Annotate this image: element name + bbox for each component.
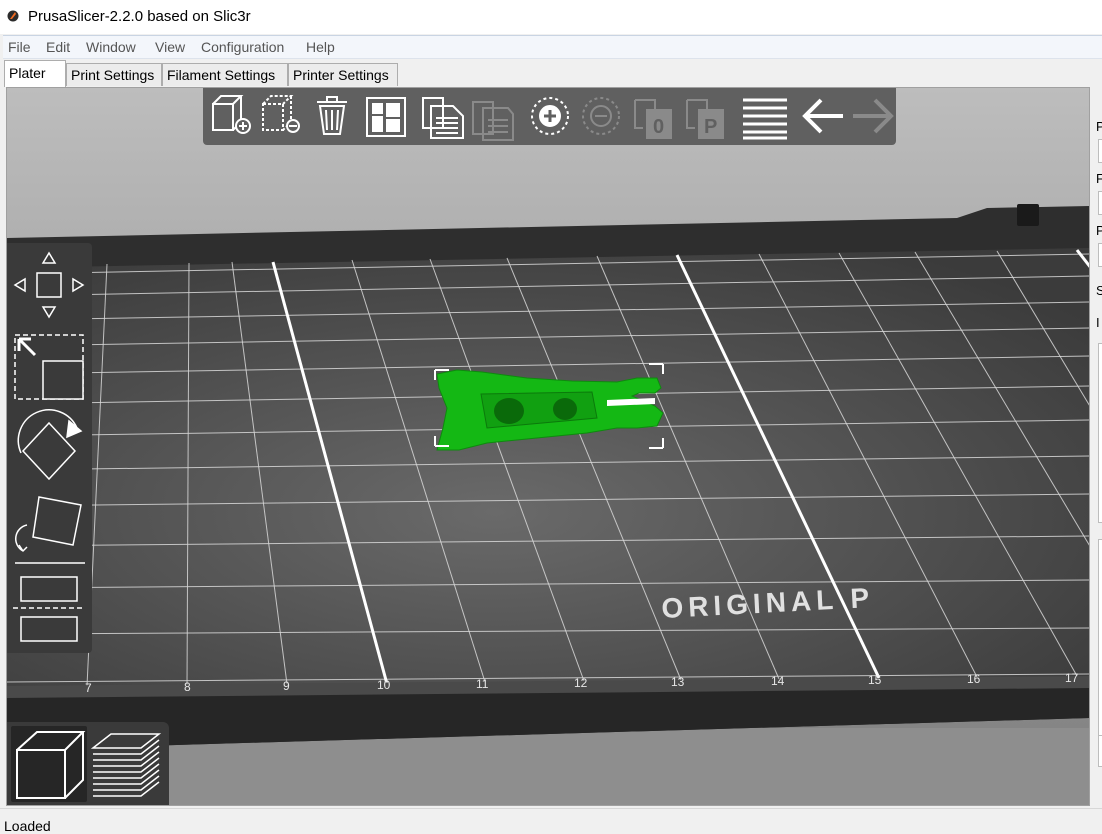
delete-object-minus-icon xyxy=(286,119,300,133)
3d-viewport[interactable]: ORIGINAL P 7 8 9 10 11 12 13 14 15 16 17 xyxy=(6,87,1090,806)
bed-knob xyxy=(1017,204,1039,226)
object-list[interactable] xyxy=(1098,343,1102,523)
move-icon[interactable] xyxy=(13,251,85,319)
cut-icon[interactable] xyxy=(13,576,85,642)
sidebar-label-print: P xyxy=(1096,119,1102,134)
sidebar-label-supports: S xyxy=(1096,283,1102,298)
svg-text:P: P xyxy=(704,116,717,138)
menu-file[interactable]: File xyxy=(8,39,31,55)
scene: ORIGINAL P 7 8 9 10 11 12 13 14 15 16 17 xyxy=(7,88,1089,805)
delete-all-icon[interactable] xyxy=(317,96,347,135)
tab-plater[interactable]: Plater xyxy=(4,60,66,87)
add-instance-icon[interactable] xyxy=(531,97,569,135)
split-parts-icon[interactable]: P xyxy=(686,99,724,139)
tab-filament-settings[interactable]: Filament Settings xyxy=(162,63,288,86)
tab-printer-settings[interactable]: Printer Settings xyxy=(288,63,398,86)
arrange-icon[interactable] xyxy=(366,97,406,137)
view-toggle xyxy=(7,722,169,805)
slice-button[interactable] xyxy=(1098,735,1102,767)
split-objects-icon[interactable]: 0 xyxy=(634,99,672,139)
svg-text:12: 12 xyxy=(574,676,588,690)
place-on-face-icon[interactable] xyxy=(15,496,85,564)
redo-icon[interactable] xyxy=(853,98,894,134)
svg-text:9: 9 xyxy=(283,679,290,693)
add-object-icon[interactable] xyxy=(212,95,251,134)
svg-text:17: 17 xyxy=(1065,671,1079,685)
prusaslicer-logo-icon xyxy=(7,10,19,22)
remove-instance-icon[interactable] xyxy=(582,97,620,135)
rotate-icon[interactable] xyxy=(17,409,83,481)
svg-text:16: 16 xyxy=(967,672,981,686)
svg-text:0: 0 xyxy=(653,116,664,138)
svg-text:10: 10 xyxy=(377,678,391,692)
layers-editing-icon[interactable] xyxy=(743,98,787,140)
status-bar: Loaded xyxy=(0,808,1102,834)
gizmo-toolbar xyxy=(7,243,92,653)
menu-configuration[interactable]: Configuration xyxy=(201,39,284,55)
right-sidebar: P F P S I xyxy=(1090,87,1102,806)
preview-layers-icon[interactable] xyxy=(90,733,162,797)
paste-icon[interactable] xyxy=(472,101,514,141)
printer-preset-combo[interactable] xyxy=(1098,243,1102,267)
status-text: Loaded xyxy=(4,818,51,834)
menu-help[interactable]: Help xyxy=(306,39,335,55)
svg-text:7: 7 xyxy=(85,681,92,695)
title-bar: PrusaSlicer-2.2.0 based on Slic3r xyxy=(0,0,1102,34)
top-toolbar: 0 P xyxy=(203,88,896,145)
window-title: PrusaSlicer-2.2.0 based on Slic3r xyxy=(28,8,251,25)
filament-preset-combo[interactable] xyxy=(1098,191,1102,215)
menu-bar: File Edit Window View Configuration Help xyxy=(3,35,1102,59)
svg-text:13: 13 xyxy=(671,675,685,689)
svg-text:11: 11 xyxy=(476,677,489,691)
menu-window[interactable]: Window xyxy=(86,39,136,55)
sidebar-label-filament: F xyxy=(1096,171,1102,186)
svg-text:8: 8 xyxy=(184,680,191,694)
object-settings-panel xyxy=(1098,539,1102,741)
sidebar-label-printer: P xyxy=(1096,223,1102,238)
menu-view[interactable]: View xyxy=(155,39,185,55)
sidebar-label-infill: I xyxy=(1096,315,1100,330)
print-preset-combo[interactable] xyxy=(1098,139,1102,163)
menu-edit[interactable]: Edit xyxy=(46,39,70,55)
svg-text:15: 15 xyxy=(868,673,882,687)
scale-icon[interactable] xyxy=(14,334,84,400)
undo-icon[interactable] xyxy=(802,98,843,134)
tab-print-settings[interactable]: Print Settings xyxy=(66,63,162,86)
tab-row: Plater Print Settings Filament Settings … xyxy=(0,59,1102,87)
view-3d-icon[interactable] xyxy=(11,726,87,802)
copy-icon[interactable] xyxy=(422,97,464,139)
svg-text:14: 14 xyxy=(771,674,785,688)
